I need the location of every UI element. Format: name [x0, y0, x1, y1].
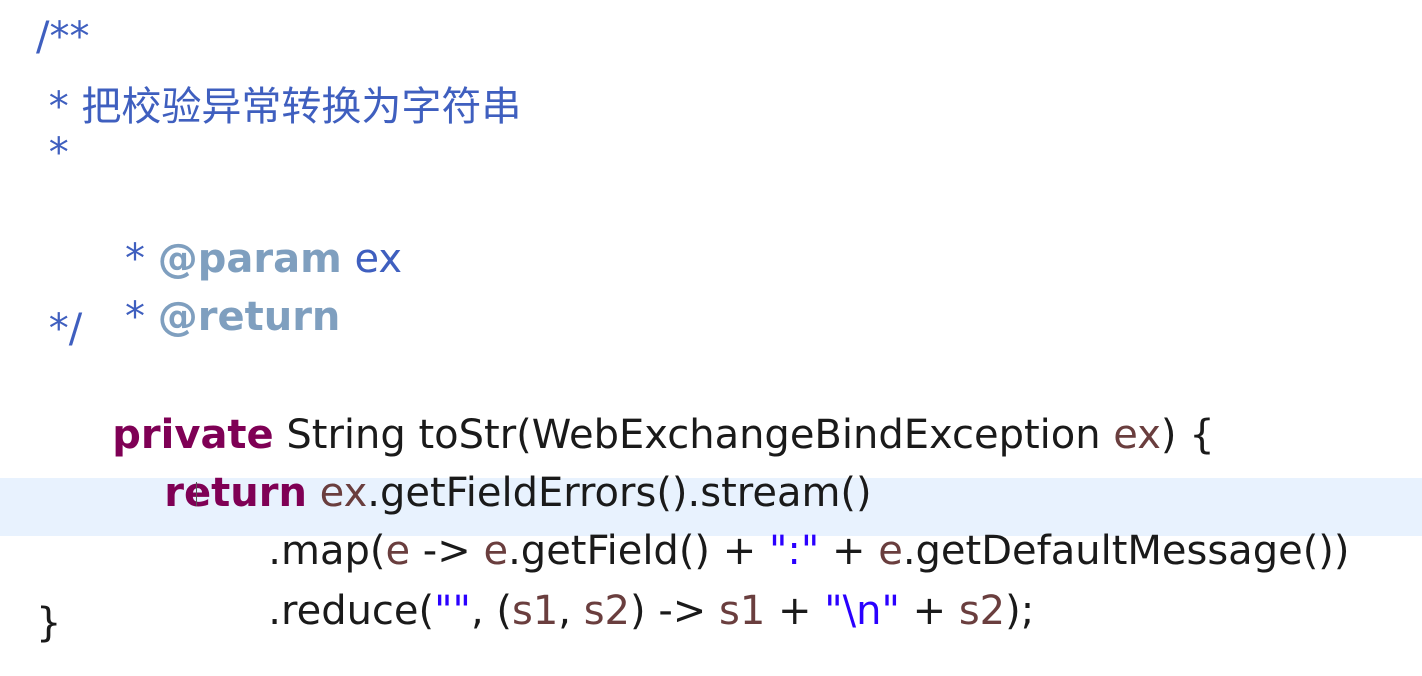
closing-brace: } [36, 600, 62, 646]
code-line-1: /** [0, 14, 1422, 72]
text-cursor-ibeam-icon [196, 482, 197, 506]
javadoc-blank-line: * [36, 130, 69, 176]
code-line-9: .map(e -> e.getField() + ":" + e.getDefa… [268, 528, 1350, 574]
code-line-6: */ [0, 306, 1422, 364]
code-line-8: return ex.getFieldErrors().stream() [0, 424, 1422, 516]
code-line-7: private String toStr(WebExchangeBindExce… [0, 366, 1422, 458]
javadoc-description: * 把校验异常转换为字符串 [36, 84, 522, 130]
comment-open: /** [36, 14, 90, 60]
code-line-11: } [0, 600, 1422, 658]
comment-close: */ [36, 306, 83, 352]
code-line-4: * @param ex [0, 190, 1422, 282]
code-line-3: * [0, 130, 1422, 188]
code-editor[interactable]: /** * 把校验异常转换为字符串 * * @param ex * @retur… [0, 0, 1422, 676]
code-line-10: .reduce("", (s1, s2) -> s1 + "\n" + s2); [268, 588, 1035, 634]
code-line-2: * 把校验异常转换为字符串 [0, 74, 1422, 132]
code-line-5: * @return [0, 248, 1422, 340]
